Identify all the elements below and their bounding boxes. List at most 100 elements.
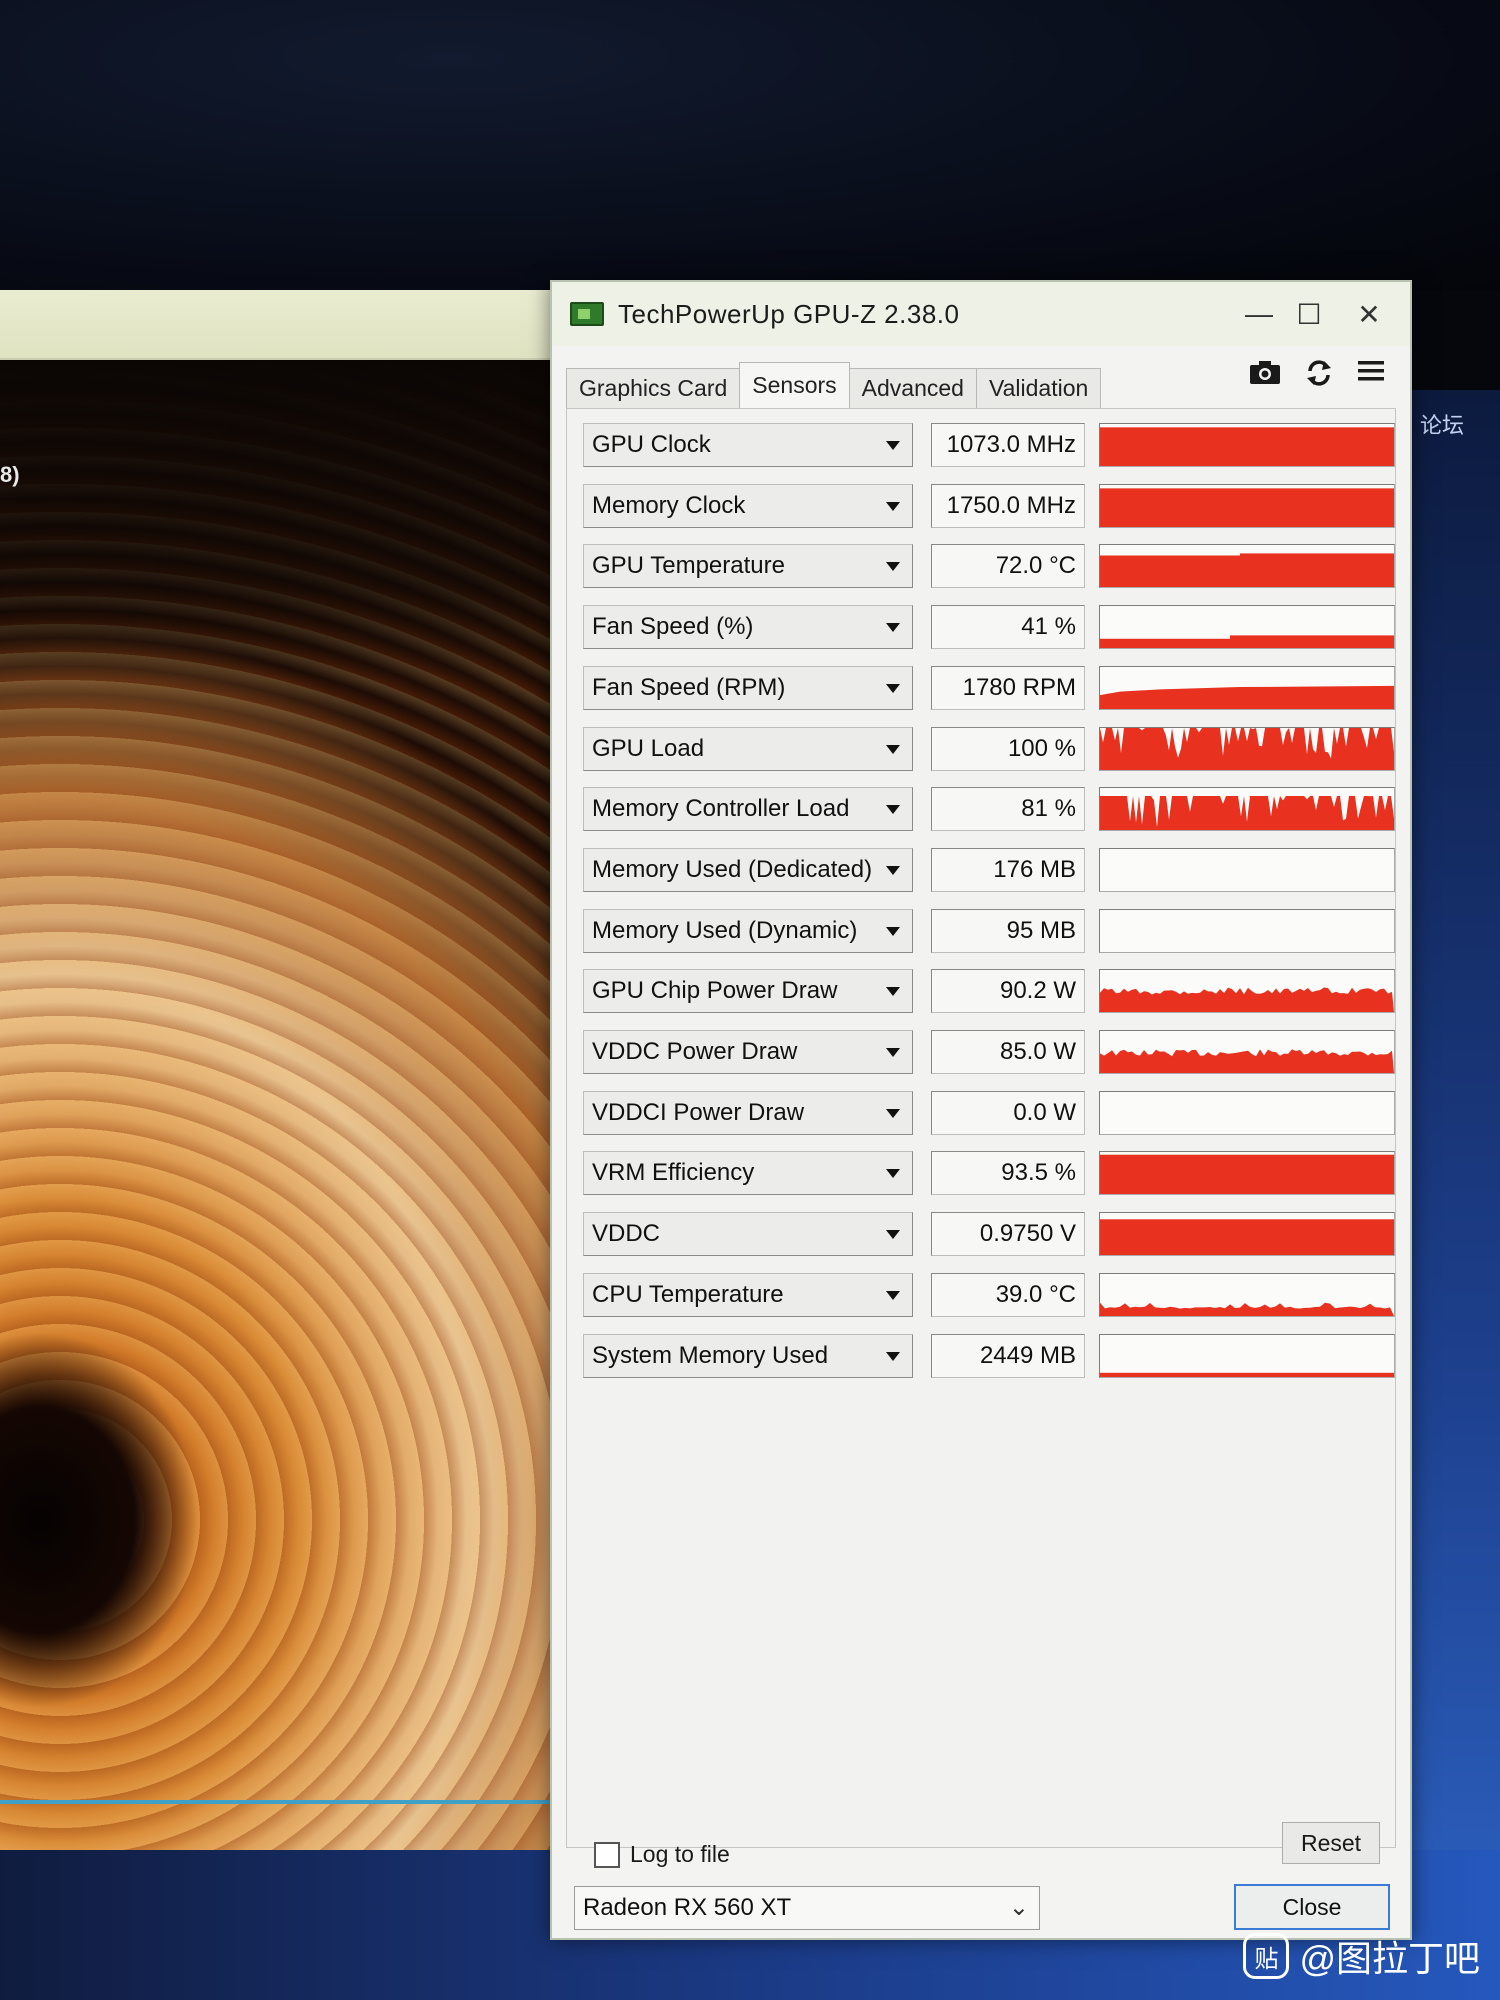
sensor-row: System Memory Used 2449 MB [583,1330,1395,1378]
sensor-label-dropdown[interactable]: Memory Used (Dedicated) [583,847,913,892]
sensor-label: Memory Used (Dynamic) [592,916,858,944]
sensor-graph [1099,423,1395,467]
gpu-select-dropdown[interactable]: Radeon RX 560 XT ⌄ [574,1886,1040,1930]
sensor-row: Memory Used (Dynamic) 95 MB [583,905,1395,953]
graph-fill [1240,553,1394,588]
refresh-icon[interactable] [1304,358,1334,396]
dropdown-arrow-icon [886,1169,900,1179]
graph-fill [1100,488,1394,527]
sensor-graph [1099,726,1395,771]
sensor-label: VRM Efficiency [592,1159,755,1187]
tab-advanced[interactable]: Advanced [848,368,977,408]
sensor-label: Memory Used (Dedicated) [592,855,873,883]
dropdown-arrow-icon [886,1290,900,1300]
graph-fill [1100,727,1394,770]
minimize-button[interactable]: — [1232,292,1286,336]
sensor-label-dropdown[interactable]: VRM Efficiency [583,1151,913,1196]
sensor-label-dropdown[interactable]: System Memory Used [583,1333,913,1378]
sensor-label-dropdown[interactable]: Memory Controller Load [583,787,913,832]
menu-icon[interactable] [1356,358,1386,396]
sensor-row: GPU Load 100 % [583,723,1395,771]
gpuz-window: TechPowerUp GPU-Z 2.38.0 — ☐ ✕ Graphics … [550,280,1412,1940]
gpu-select-value: Radeon RX 560 XT [583,1894,792,1921]
tab-graphics-card[interactable]: Graphics Card [566,368,741,408]
sensor-row: CPU Temperature 39.0 °C [583,1269,1395,1317]
sensor-row: VRM Efficiency 93.5 % [583,1147,1395,1196]
sensor-label-dropdown[interactable]: VDDC Power Draw [583,1030,913,1074]
sensor-label-dropdown[interactable]: VDDCI Power Draw [583,1090,913,1135]
camera-icon[interactable] [1248,358,1282,396]
close-window-button[interactable]: ✕ [1342,292,1396,336]
log-to-file-checkbox[interactable] [594,1842,620,1868]
dropdown-arrow-icon [886,926,900,936]
sensor-label-dropdown[interactable]: GPU Chip Power Draw [583,969,913,1014]
graph-fill [1100,427,1394,466]
sensor-graph [1099,1090,1395,1135]
sensor-label-dropdown[interactable]: GPU Temperature [583,544,913,589]
dropdown-arrow-icon [886,501,900,511]
maximize-button[interactable]: ☐ [1282,292,1336,336]
tab-validation[interactable]: Validation [975,368,1102,408]
sensor-label-dropdown[interactable]: GPU Load [583,726,913,771]
sensor-label: GPU Chip Power Draw [592,977,838,1005]
dropdown-arrow-icon [886,562,900,572]
titlebar[interactable]: TechPowerUp GPU-Z 2.38.0 — ☐ ✕ [552,282,1410,346]
sensor-label: Fan Speed (%) [592,613,754,641]
sensor-row: GPU Temperature 72.0 °C [583,540,1395,589]
sensor-graph [1099,969,1395,1014]
sensor-label-dropdown[interactable]: Memory Used (Dynamic) [583,908,913,953]
tieba-logo-icon: 贴 [1243,1933,1290,1979]
background-window-titlebar [0,290,560,360]
dropdown-arrow-icon [886,987,900,997]
close-button[interactable]: Close [1234,1884,1390,1930]
sensor-row: VDDC Power Draw 85.0 W [583,1026,1395,1074]
sensor-label-dropdown[interactable]: VDDC [583,1212,913,1257]
sensor-value: 41 % [931,605,1085,650]
reset-button[interactable]: Reset [1282,1822,1380,1864]
sensor-label-dropdown[interactable]: GPU Clock [583,423,913,467]
sensor-label-dropdown[interactable]: Memory Clock [583,483,913,528]
sensor-graph [1099,787,1395,832]
sensor-label-dropdown[interactable]: Fan Speed (RPM) [583,665,913,710]
graph-fill [1100,987,1394,1013]
dropdown-arrow-icon [886,441,900,450]
graph-fill [1100,796,1394,831]
graph-fill [1100,1155,1394,1195]
sensor-graph [1099,483,1395,528]
dropdown-arrow-icon [886,623,900,633]
sensor-value: 0.9750 V [931,1212,1085,1257]
graph-fill [1100,1302,1394,1316]
sensor-value: 93.5 % [931,1151,1085,1196]
sensor-label: Memory Clock [592,491,746,519]
graph-fill [1230,635,1394,649]
sensor-value: 0.0 W [931,1090,1085,1135]
sensor-label: GPU Clock [592,431,711,458]
tab-sensors[interactable]: Sensors [739,362,850,408]
sensor-graph [1099,544,1395,589]
sensor-row: VDDCI Power Draw 0.0 W [583,1087,1395,1135]
desktop-background-top [0,0,1500,290]
dropdown-arrow-icon [886,1230,900,1240]
sensor-row: Memory Used (Dedicated) 176 MB [583,844,1395,892]
sensor-label: Fan Speed (RPM) [592,673,786,701]
sensor-graph [1099,1272,1395,1317]
dropdown-arrow-icon [886,1048,900,1057]
dropdown-arrow-icon [886,865,900,875]
graph-fill [1100,1372,1394,1377]
graph-fill [1100,1049,1394,1073]
sensor-graph [1099,665,1395,710]
log-to-file-label: Log to file [630,1841,730,1867]
sensors-panel: GPU Clock 1073.0 MHz Memory Clock 1750.0 MH… [566,408,1396,1848]
sensor-label: System Memory Used [592,1341,829,1369]
background-progress-line [0,1800,565,1804]
dropdown-arrow-icon [886,683,900,693]
graph-fill [1100,685,1394,709]
sensor-graph [1099,1212,1395,1257]
background-right-text: 论坛 [1420,413,1465,438]
sensor-value: 39.0 °C [931,1272,1085,1317]
sensor-label-dropdown[interactable]: CPU Temperature [583,1272,913,1317]
dropdown-arrow-icon [886,744,900,754]
graph-fill [1100,1219,1394,1256]
gpu-card-icon [570,302,604,326]
sensor-label-dropdown[interactable]: Fan Speed (%) [583,605,913,650]
